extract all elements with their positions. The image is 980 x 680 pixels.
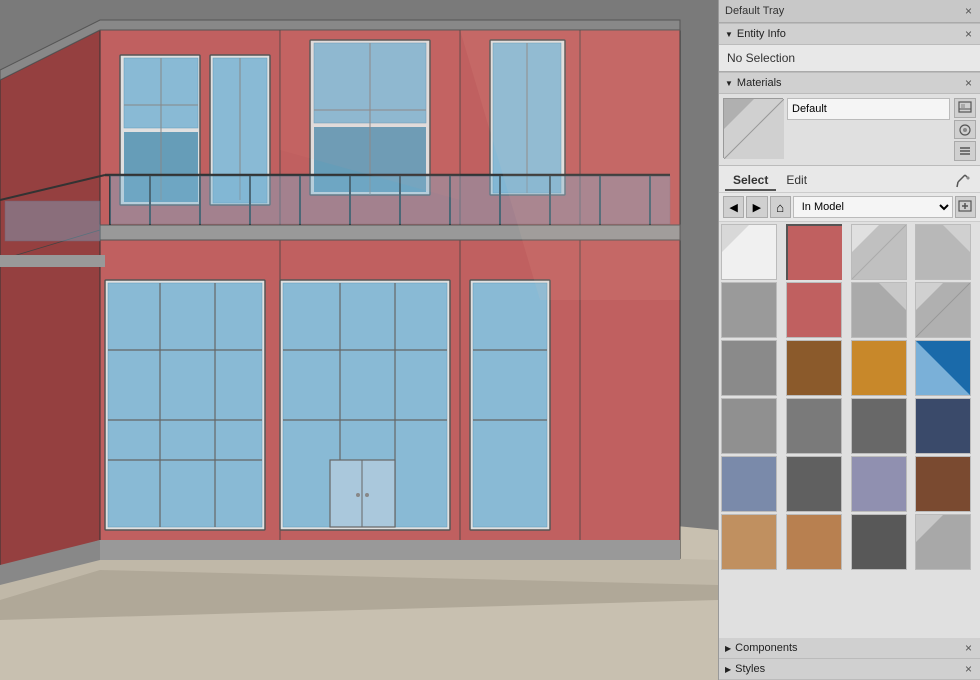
materials-grid-container[interactable]: Brick, Common	[719, 222, 980, 638]
entity-info-close-button[interactable]: ×	[963, 27, 974, 41]
components-close-button[interactable]: ×	[963, 641, 974, 655]
material-swatch-1[interactable]	[786, 224, 842, 280]
tray-pin-button[interactable]: ×	[963, 4, 974, 18]
components-title: Components	[735, 642, 797, 654]
materials-section: ▼ Materials ×	[719, 72, 980, 638]
materials-close-button[interactable]: ×	[963, 76, 974, 90]
materials-nav-bar: ◀ ▶ ⌂ In Model Colors Brick, Cladding an…	[719, 193, 980, 222]
tray-title: Default Tray	[725, 5, 784, 17]
tab-edit[interactable]: Edit	[778, 171, 815, 191]
nav-home-button[interactable]: ⌂	[770, 196, 791, 218]
materials-location-dropdown[interactable]: In Model Colors Brick, Cladding and Sidi…	[793, 196, 953, 218]
material-swatch-8[interactable]	[721, 340, 777, 396]
material-swatch-21[interactable]	[786, 514, 842, 570]
material-options-button[interactable]	[954, 141, 976, 161]
tray-header: Default Tray ×	[719, 0, 980, 23]
right-panel: Default Tray × ▼ Entity Info × No Select…	[718, 0, 980, 680]
entity-info-title: Entity Info	[737, 28, 786, 40]
components-section[interactable]: ▶ Components ×	[719, 638, 980, 659]
nav-forward-button[interactable]: ▶	[746, 196, 767, 218]
material-swatch-4[interactable]	[721, 282, 777, 338]
material-name-input[interactable]	[787, 98, 950, 120]
material-action-icons	[954, 98, 976, 161]
material-swatch-11[interactable]	[915, 340, 971, 396]
material-swatch-2[interactable]	[851, 224, 907, 280]
styles-section[interactable]: ▶ Styles ×	[719, 659, 980, 680]
material-swatch-22[interactable]	[851, 514, 907, 570]
material-swatch-7[interactable]	[915, 282, 971, 338]
styles-triangle-icon: ▶	[725, 665, 731, 674]
materials-header[interactable]: ▼ Materials ×	[719, 72, 980, 94]
material-swatch-17[interactable]	[786, 456, 842, 512]
house-icon: ⌂	[776, 200, 784, 215]
entity-info-status: No Selection	[719, 45, 980, 71]
material-swatch-6[interactable]	[851, 282, 907, 338]
material-swatch-14[interactable]	[851, 398, 907, 454]
material-swatch-0[interactable]	[721, 224, 777, 280]
create-material-button[interactable]	[955, 196, 976, 218]
eyedropper-button[interactable]	[952, 170, 974, 192]
material-swatch-13[interactable]	[786, 398, 842, 454]
materials-tab-bar: Select Edit	[719, 166, 980, 193]
styles-close-button[interactable]: ×	[963, 662, 974, 676]
tab-select[interactable]: Select	[725, 171, 776, 191]
material-swatch-16[interactable]	[721, 456, 777, 512]
material-swatch-15[interactable]	[915, 398, 971, 454]
entity-info-section: ▼ Entity Info × No Selection	[719, 23, 980, 72]
materials-preview-area	[719, 94, 980, 166]
material-sample-button[interactable]	[954, 120, 976, 140]
material-browse-button[interactable]	[954, 98, 976, 118]
material-swatch-9[interactable]	[786, 340, 842, 396]
material-swatch-23[interactable]	[915, 514, 971, 570]
material-swatch-3[interactable]	[915, 224, 971, 280]
material-swatch-18[interactable]	[851, 456, 907, 512]
materials-grid: Brick, Common	[721, 224, 978, 570]
components-triangle-icon: ▶	[725, 644, 731, 653]
styles-title: Styles	[735, 663, 765, 675]
materials-triangle-icon: ▼	[725, 79, 733, 88]
material-preview-swatch[interactable]	[723, 98, 783, 158]
materials-title: Materials	[737, 77, 782, 89]
material-swatch-19[interactable]	[915, 456, 971, 512]
entity-info-header[interactable]: ▼ Entity Info ×	[719, 23, 980, 45]
nav-back-button[interactable]: ◀	[723, 196, 744, 218]
material-swatch-5[interactable]: Brick, Common	[786, 282, 842, 338]
material-swatch-12[interactable]	[721, 398, 777, 454]
entity-info-triangle-icon: ▼	[725, 30, 733, 39]
3d-viewport[interactable]	[0, 0, 718, 680]
material-swatch-10[interactable]	[851, 340, 907, 396]
material-swatch-20[interactable]	[721, 514, 777, 570]
